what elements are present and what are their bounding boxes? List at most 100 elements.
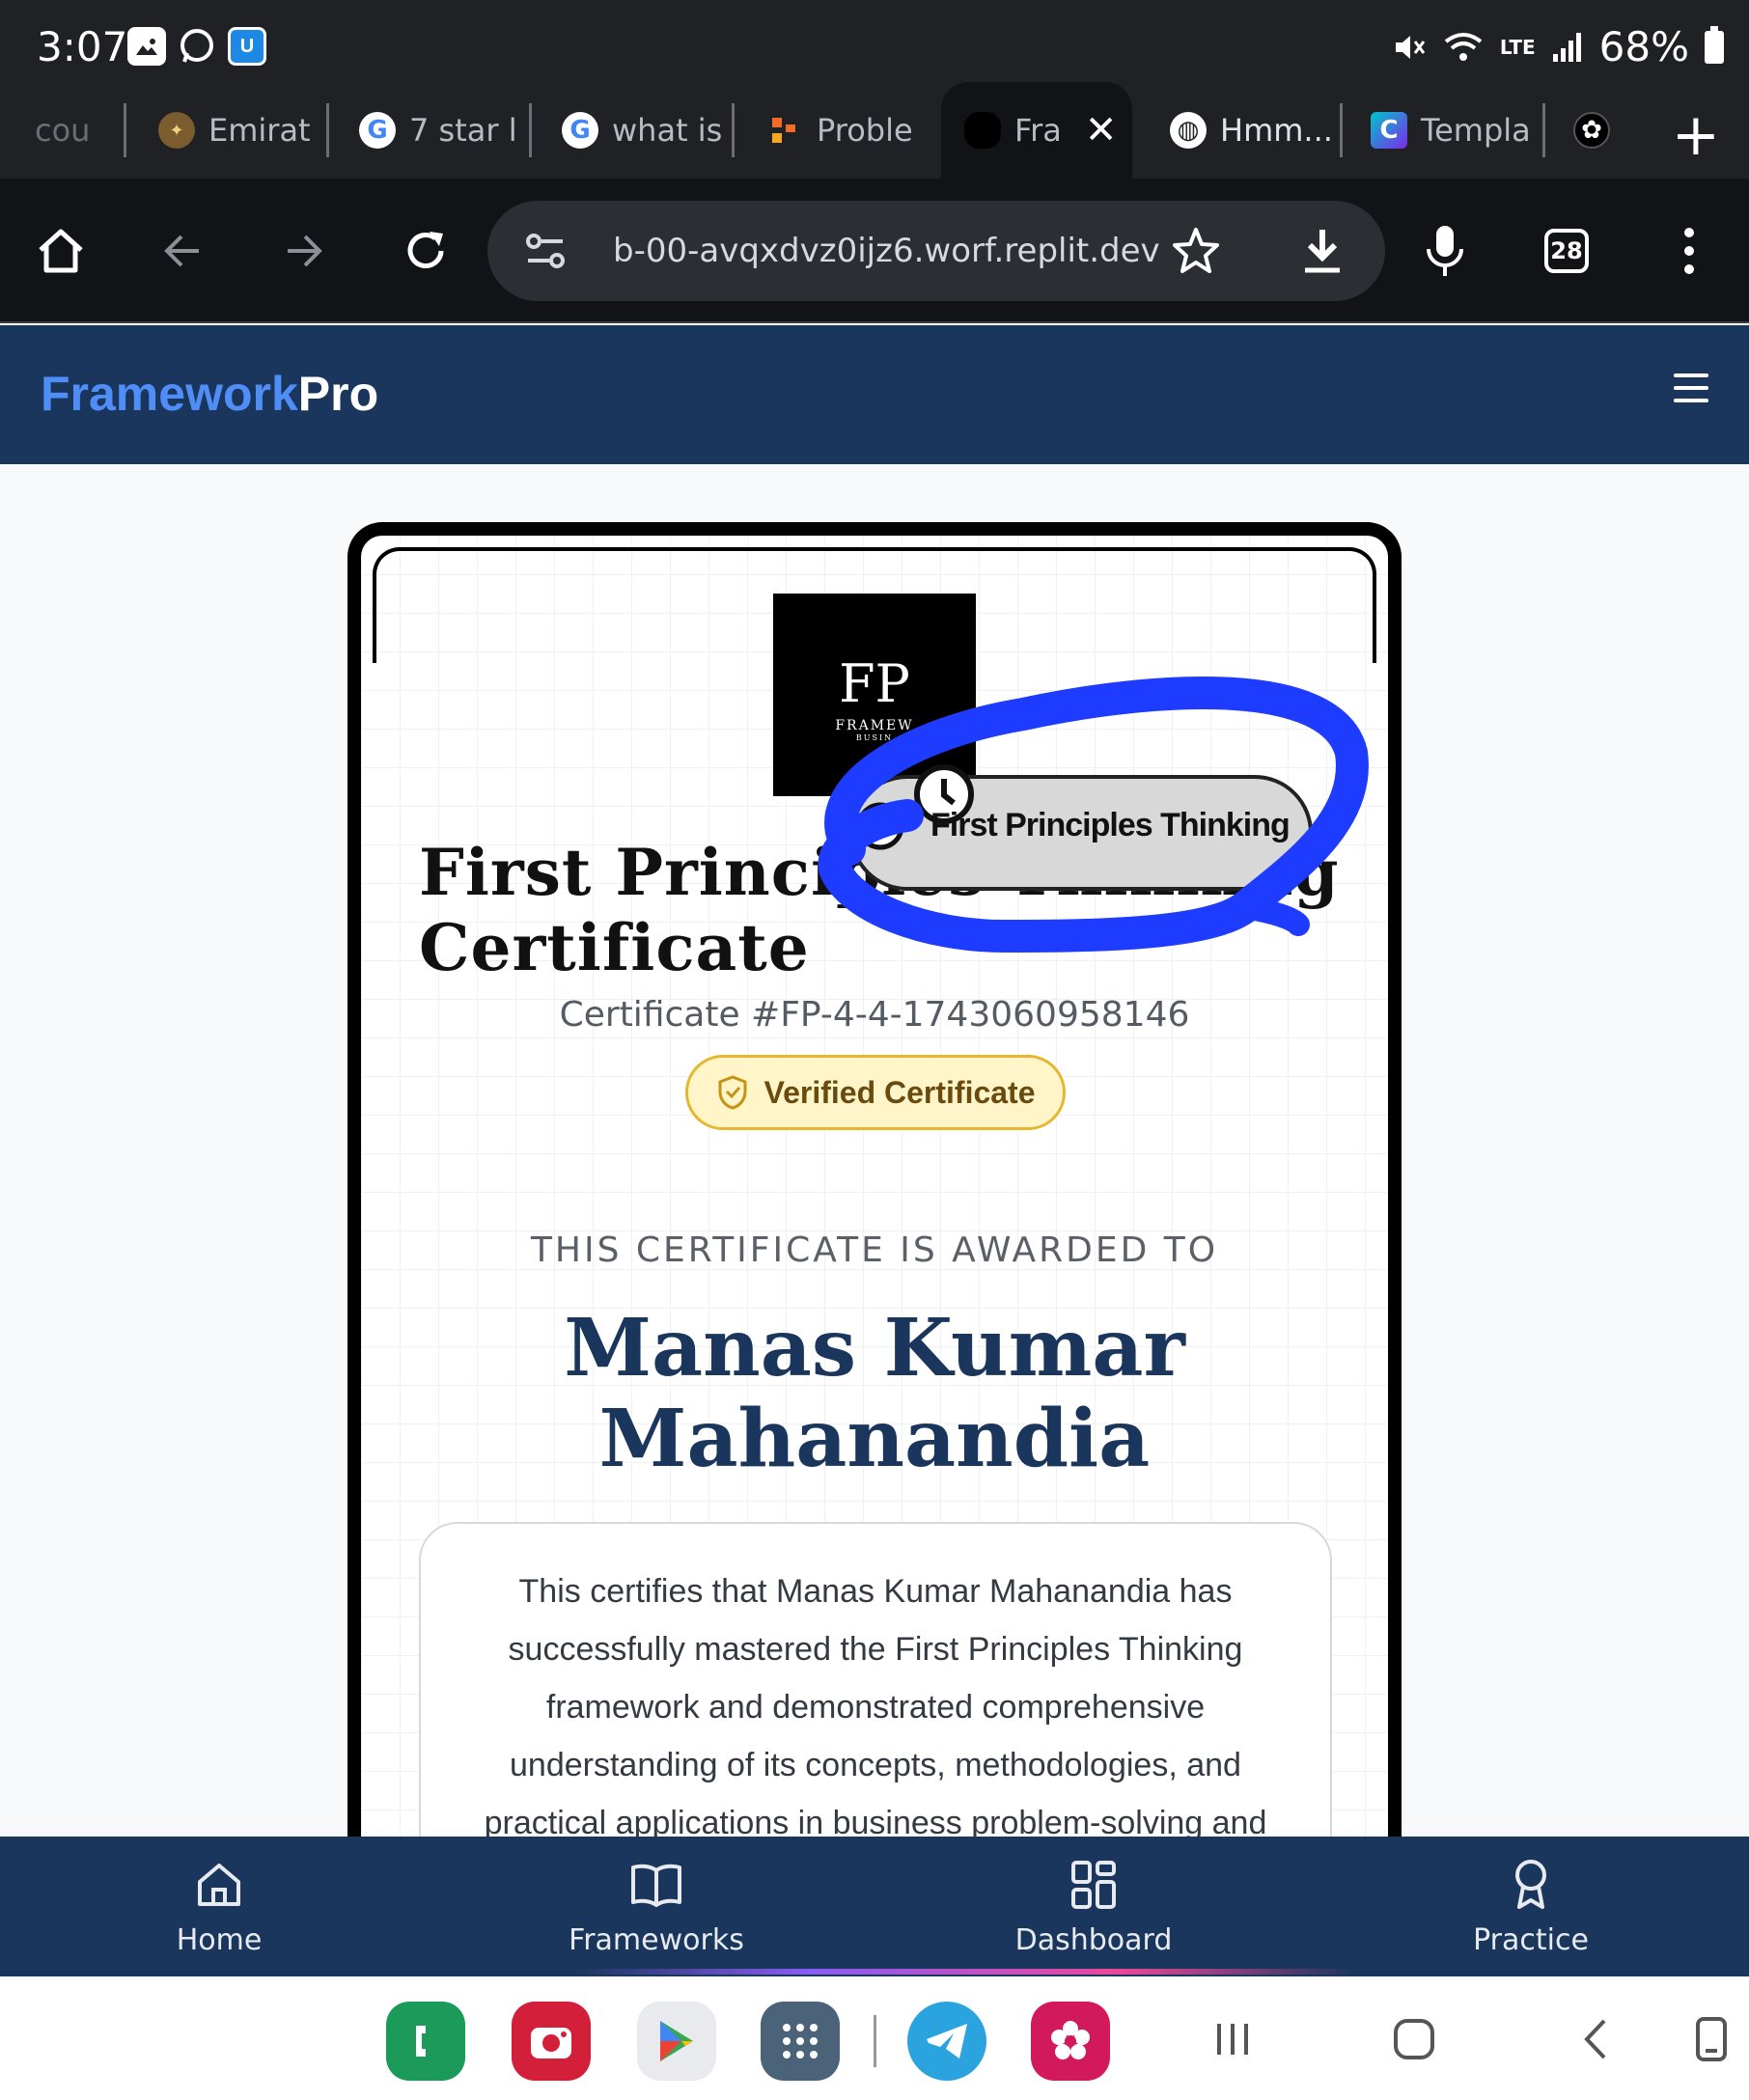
clock-icon <box>856 802 904 850</box>
new-tab-button[interactable]: + <box>1672 101 1720 169</box>
telegram-app-icon[interactable] <box>907 2002 986 2081</box>
tab-title: Hmm... <box>1220 112 1333 149</box>
nav-frameworks-label: Frameworks <box>569 1923 744 1957</box>
more-menu-icon[interactable] <box>1655 217 1723 285</box>
recent-apps-button[interactable] <box>1199 2005 1266 2073</box>
hamburger-menu-icon[interactable] <box>1674 373 1708 402</box>
bottom-navigation: Home Frameworks Dashboard Practice <box>0 1837 1749 1976</box>
browser-tab[interactable]: cou <box>35 82 122 179</box>
browser-tab[interactable]: ✿ <box>1573 82 1651 179</box>
back-icon[interactable] <box>149 217 216 285</box>
google-icon: G <box>562 112 598 149</box>
chip-label: First Principles Thinking <box>930 807 1291 843</box>
tab-switcher-button[interactable]: 28 <box>1544 229 1589 273</box>
battery-icon <box>1705 25 1724 64</box>
nav-accent-bar <box>579 1969 1351 1975</box>
browser-tab[interactable]: G what is <box>562 82 726 179</box>
browser-tab[interactable]: ◍ Hmm... <box>1170 82 1339 179</box>
battery-percent: 68% <box>1598 23 1689 70</box>
reload-icon[interactable] <box>392 217 459 285</box>
award-icon <box>1515 1860 1546 1909</box>
main-content: FP FRAMEW BUSIN First Principles Thinkin… <box>0 464 1749 1837</box>
tab-title: Emirat <box>208 112 311 149</box>
notification-icons: U <box>127 27 266 66</box>
tab-divider <box>326 103 329 157</box>
browser-tab[interactable]: C Templa <box>1371 82 1533 179</box>
app-notification-icon: U <box>228 27 266 66</box>
bookmark-star-icon[interactable] <box>1171 226 1221 276</box>
book-icon <box>631 1864 681 1907</box>
tab-title: 7 star l <box>409 112 517 149</box>
tab-divider <box>529 103 532 157</box>
brand-part2: Pro <box>297 367 379 421</box>
home-icon[interactable] <box>27 217 95 285</box>
site-logo[interactable]: FrameworkPro <box>41 366 378 422</box>
forward-icon[interactable] <box>270 217 338 285</box>
certificate-card: FP FRAMEW BUSIN First Principles Thinkin… <box>347 522 1402 1837</box>
recipient-line-1: Manas Kumar <box>564 1302 1185 1395</box>
status-time: 3:07 <box>37 23 128 70</box>
signal-icon <box>1552 32 1581 62</box>
gallery-icon <box>127 27 166 66</box>
browser-tab[interactable]: G 7 star l <box>359 82 523 179</box>
logo-monogram: FP <box>839 653 910 714</box>
title-line-2: Certificate <box>419 910 810 985</box>
app-drawer-icon[interactable] <box>761 2002 840 2081</box>
screen-keyboard-toggle[interactable] <box>1678 2005 1745 2073</box>
awarded-to-label: THIS CERTIFICATE IS AWARDED TO <box>530 1230 1219 1270</box>
home-button[interactable] <box>1380 2005 1448 2073</box>
recipient-line-2: Mahanandia <box>598 1393 1151 1485</box>
certificate-number: Certificate #FP-4-4-1743060958146 <box>559 995 1190 1035</box>
phone-app-icon[interactable] <box>386 2002 465 2081</box>
url-field[interactable]: b-00-avqxdvz0ijz6.worf.replit.dev <box>487 201 1385 301</box>
verified-label: Verified Certificate <box>763 1074 1036 1110</box>
brain-icon <box>964 112 1001 149</box>
close-tab-icon[interactable]: ✕ <box>1085 108 1118 152</box>
nav-practice[interactable]: Practice <box>1405 1856 1656 1957</box>
browser-tab-active[interactable]: Fra ✕ <box>941 82 1132 179</box>
flower-app-icon[interactable] <box>1031 2002 1110 2081</box>
openai-icon: ✿ <box>1573 112 1610 149</box>
dock-divider <box>874 2015 876 2067</box>
tab-title: what is <box>612 112 723 149</box>
tab-title: Templa <box>1421 112 1531 149</box>
tab-title: cou <box>35 112 91 149</box>
nav-home-label: Home <box>176 1923 263 1957</box>
download-icon[interactable] <box>1298 226 1346 276</box>
network-type: LTE <box>1499 35 1536 59</box>
dashboard-icon <box>1071 1861 1116 1909</box>
play-store-icon[interactable] <box>637 2002 716 2081</box>
nav-home[interactable]: Home <box>94 1856 345 1957</box>
back-button[interactable] <box>1562 2005 1629 2073</box>
brand-part1: Framework <box>41 367 298 421</box>
emblem-icon: ✦ <box>158 112 195 149</box>
tab-divider <box>124 103 126 157</box>
tab-divider <box>732 103 735 157</box>
nav-dashboard-label: Dashboard <box>1014 1923 1173 1957</box>
home-icon <box>198 1864 240 1906</box>
mute-icon <box>1395 35 1426 59</box>
microphone-icon[interactable] <box>1411 217 1479 285</box>
status-right: LTE 68% <box>1392 23 1724 70</box>
status-bar: 3:07 U LTE 68% <box>0 0 1749 92</box>
canva-icon: C <box>1371 112 1407 149</box>
nav-dashboard[interactable]: Dashboard <box>968 1856 1219 1957</box>
camera-app-icon[interactable] <box>512 2002 591 2081</box>
site-settings-icon[interactable] <box>524 232 567 270</box>
url-text: b-00-avqxdvz0ijz6.worf.replit.dev <box>613 232 1160 270</box>
nav-practice-label: Practice <box>1473 1923 1589 1957</box>
certificate-description: This certifies that Manas Kumar Mahanand… <box>419 1522 1332 1837</box>
android-taskbar <box>0 1976 1749 2100</box>
browser-tab-strip: cou ✦ Emirat G 7 star l G what is Proble… <box>0 82 1749 179</box>
browser-toolbar: b-00-avqxdvz0ijz6.worf.replit.dev 28 <box>0 179 1749 323</box>
nav-frameworks[interactable]: Frameworks <box>531 1856 782 1957</box>
whatsapp-icon <box>178 27 216 66</box>
google-icon: G <box>359 112 396 149</box>
logo-subtext: BUSIN <box>855 733 894 742</box>
verified-badge: Verified Certificate <box>685 1055 1066 1130</box>
shield-check-icon <box>718 1075 746 1110</box>
browser-tab[interactable]: ✦ Emirat <box>158 82 322 179</box>
browser-tab[interactable]: Proble <box>766 82 930 179</box>
globe-icon: ◍ <box>1170 112 1207 149</box>
tab-divider <box>1340 103 1343 157</box>
